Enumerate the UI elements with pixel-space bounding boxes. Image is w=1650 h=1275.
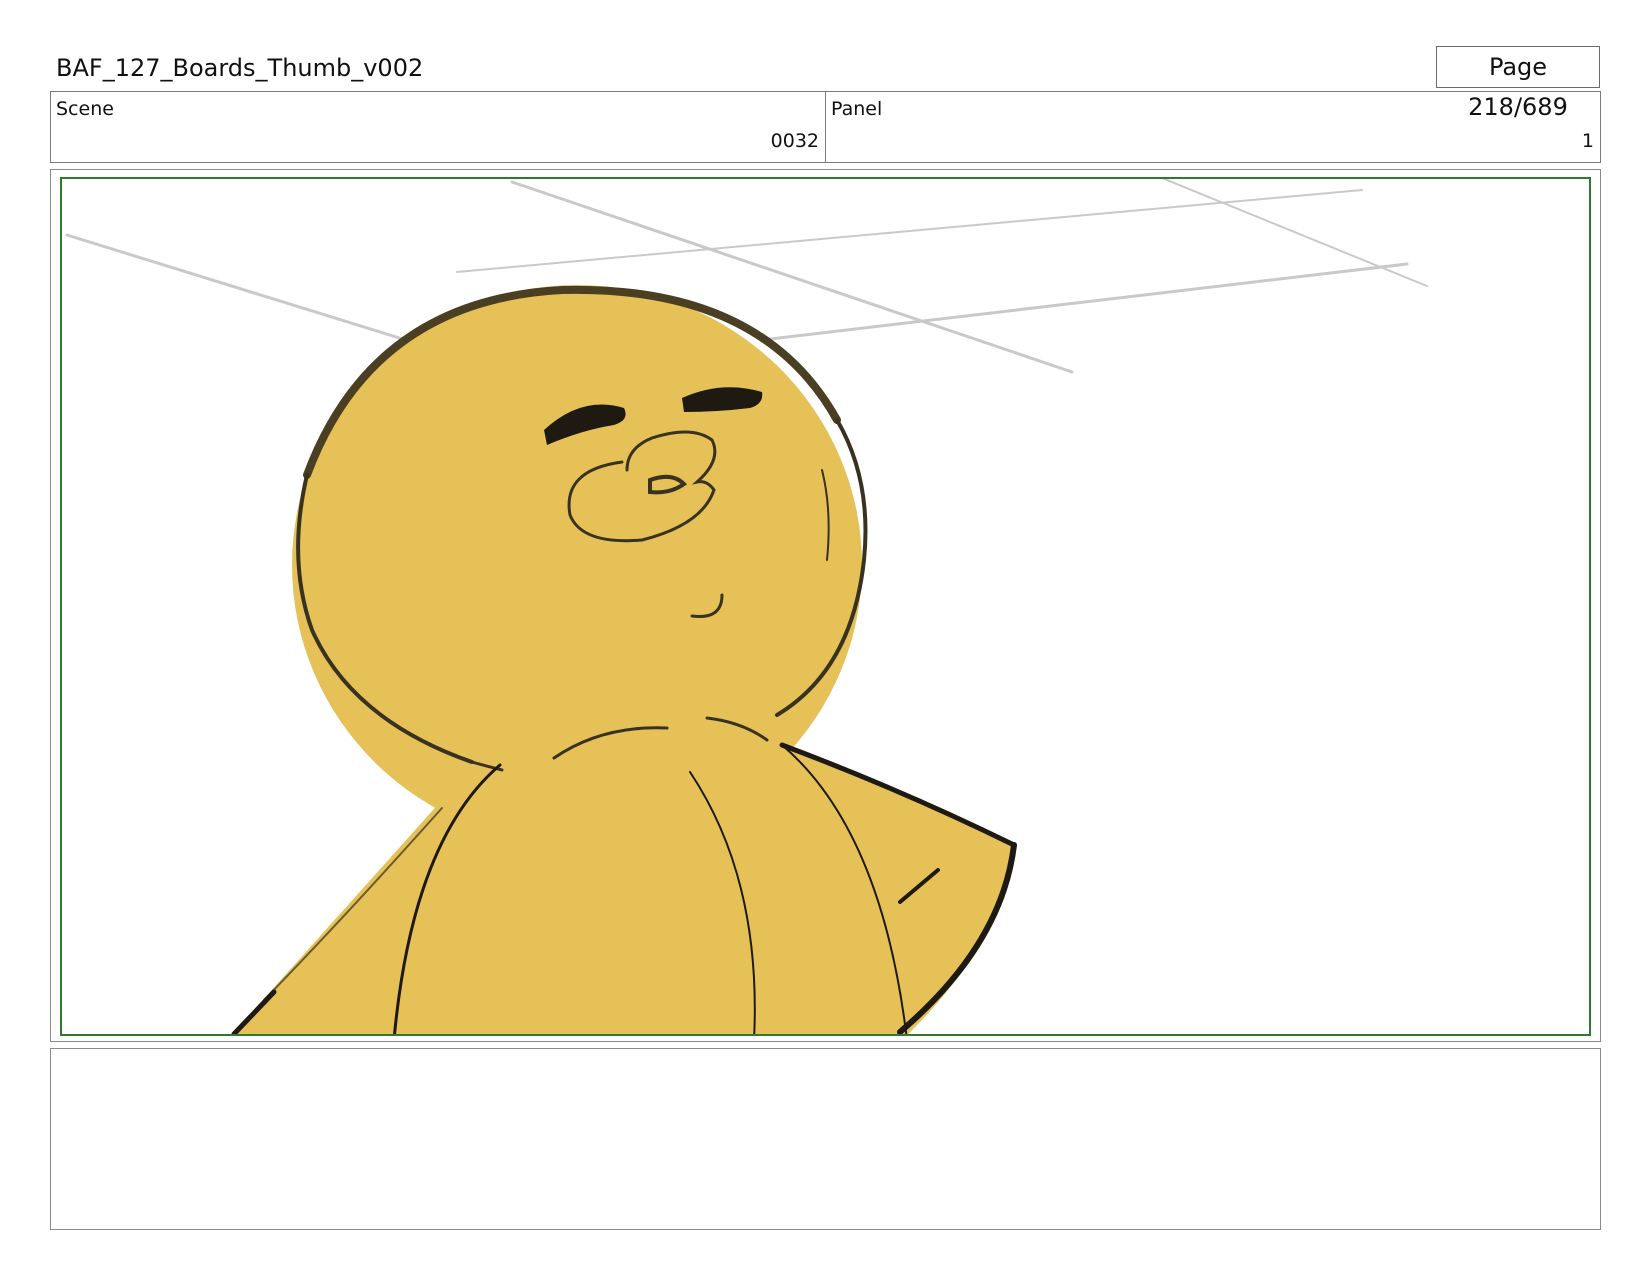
document-title: BAF_127_Boards_Thumb_v002 xyxy=(56,54,424,82)
scene-value: 0032 xyxy=(770,130,819,152)
scene-panel-info-row: Scene 0032 Panel 1 xyxy=(50,91,1601,163)
panel-value: 1 xyxy=(1581,130,1594,152)
page-indicator: Page 218/689 xyxy=(1436,46,1600,121)
storyboard-frame xyxy=(60,177,1591,1036)
character-head xyxy=(292,285,862,845)
notes-box xyxy=(50,1048,1601,1230)
panel-cell: Panel 1 xyxy=(825,92,1600,162)
scene-cell: Scene 0032 xyxy=(51,92,825,162)
panel-label: Panel xyxy=(831,98,883,120)
storyboard-drawing xyxy=(65,179,1428,1034)
scene-label: Scene xyxy=(56,98,114,120)
